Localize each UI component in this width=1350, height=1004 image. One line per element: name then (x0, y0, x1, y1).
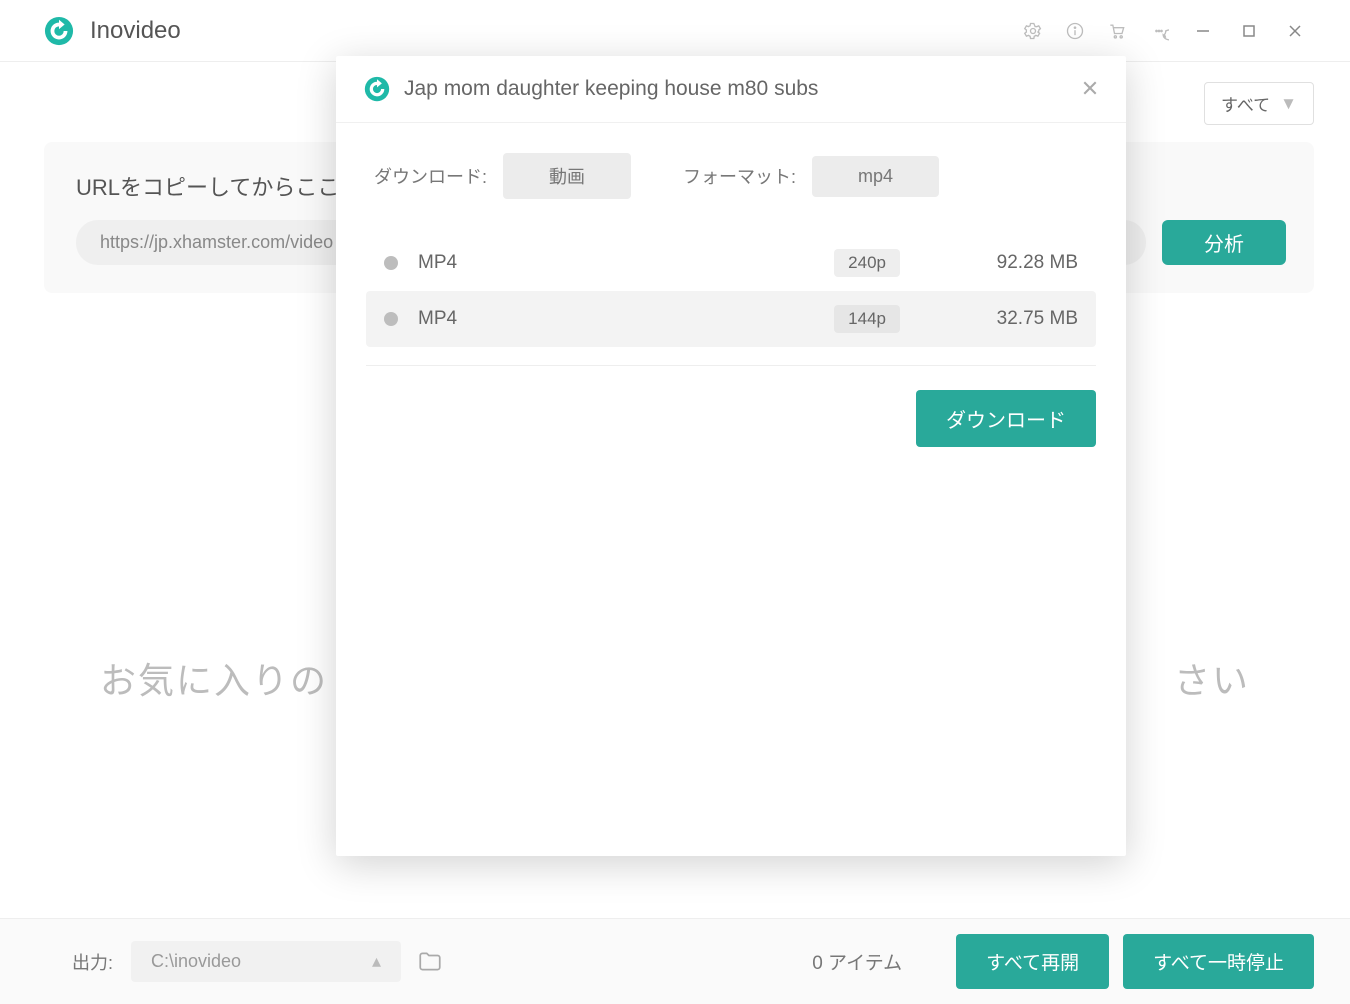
filter-label: すべて (1221, 91, 1270, 116)
pause-all-button[interactable]: すべて一時停止 (1123, 934, 1314, 989)
radio-icon (384, 312, 398, 326)
download-modal: Jap mom daughter keeping house m80 subs … (336, 56, 1126, 856)
format-row[interactable]: MP4 144p 32.75 MB (366, 291, 1096, 347)
app-logo-icon (44, 16, 74, 46)
bottom-bar: 出力: C:\inovideo ▴ 0 アイテム すべて再開 すべて一時停止 (0, 918, 1350, 1004)
open-folder-button[interactable] (417, 949, 443, 975)
radio-icon (384, 256, 398, 270)
modal-close-button[interactable] (1078, 72, 1102, 106)
chevron-up-icon: ▴ (372, 951, 381, 972)
items-count: 0 アイテム (812, 948, 902, 975)
modal-title: Jap mom daughter keeping house m80 subs (404, 77, 1078, 101)
cart-icon[interactable] (1096, 10, 1138, 52)
format-label: フォーマット: (683, 163, 796, 189)
resume-all-button[interactable]: すべて再開 (956, 934, 1109, 989)
format-resolution: 144p (834, 305, 900, 333)
app-name: Inovideo (90, 17, 181, 45)
filter-dropdown[interactable]: すべて ▼ (1204, 82, 1314, 125)
maximize-button[interactable] (1226, 10, 1272, 52)
analyze-button[interactable]: 分析 (1162, 220, 1286, 265)
format-size: 92.28 MB (928, 252, 1078, 274)
close-button[interactable] (1272, 10, 1318, 52)
format-name: MP4 (418, 252, 457, 274)
download-type-select[interactable]: 動画 (503, 153, 631, 199)
output-label: 出力: (72, 949, 113, 975)
feedback-icon[interactable] (1138, 10, 1180, 52)
settings-icon[interactable] (1012, 10, 1054, 52)
output-path-value: C:\inovideo (151, 951, 241, 972)
download-button[interactable]: ダウンロード (916, 390, 1096, 447)
download-type-label: ダウンロード: (374, 163, 487, 189)
modal-header: Jap mom daughter keeping house m80 subs (336, 56, 1126, 123)
minimize-button[interactable] (1180, 10, 1226, 52)
format-size: 32.75 MB (928, 308, 1078, 330)
divider (366, 365, 1096, 366)
format-resolution: 240p (834, 249, 900, 277)
info-icon[interactable] (1054, 10, 1096, 52)
modal-options: ダウンロード: 動画 フォーマット: mp4 (366, 153, 1096, 235)
format-row[interactable]: MP4 240p 92.28 MB (366, 235, 1096, 291)
chevron-down-icon: ▼ (1280, 94, 1297, 114)
format-select[interactable]: mp4 (812, 156, 939, 197)
output-path-dropdown[interactable]: C:\inovideo ▴ (131, 941, 401, 982)
format-name: MP4 (418, 308, 457, 330)
titlebar: Inovideo (0, 0, 1350, 62)
modal-logo-icon (364, 76, 390, 102)
modal-body: ダウンロード: 動画 フォーマット: mp4 MP4 240p 92.28 MB… (336, 123, 1126, 347)
